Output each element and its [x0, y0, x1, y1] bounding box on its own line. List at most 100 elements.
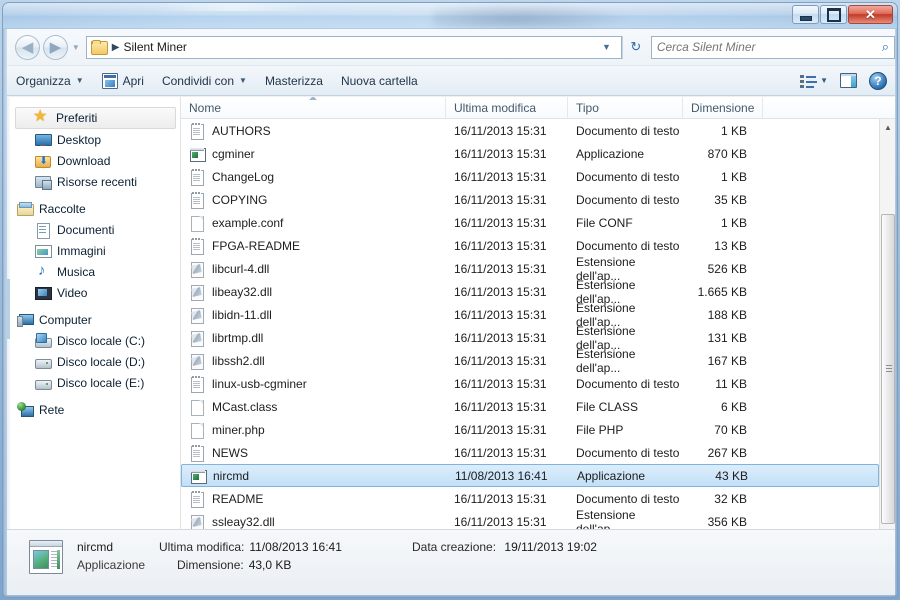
nav-pane-scroll-thumb[interactable]	[7, 279, 10, 339]
table-row[interactable]: miner.php 16/11/2013 15:31 File PHP 70 KB	[181, 418, 879, 441]
sidebar-item-raccolte[interactable]: Raccolte	[7, 198, 180, 219]
column-header-label: Tipo	[576, 100, 599, 115]
blank-file-icon	[189, 399, 205, 416]
scroll-up-button[interactable]: ▲	[880, 119, 895, 136]
sidebar-item-preferiti[interactable]: Preferiti	[15, 106, 176, 129]
folder-icon	[90, 40, 108, 55]
view-options-icon[interactable]	[800, 73, 818, 89]
text-file-icon	[189, 191, 205, 209]
sidebar-item-disco-locale-e[interactable]: Disco locale (E:)	[7, 372, 180, 393]
open-button[interactable]: Apri	[93, 69, 153, 92]
sidebar-item-computer[interactable]: Computer	[7, 309, 180, 330]
file-size-cell: 6 KB	[720, 399, 747, 414]
sidebar-item-label: Documenti	[57, 222, 115, 237]
refresh-icon[interactable]: ↻	[621, 35, 649, 59]
search-box[interactable]: Cerca Silent Miner ⌕	[650, 35, 895, 59]
sidebar-item-disco-locale-c[interactable]: Disco locale (C:)	[7, 330, 180, 351]
back-button[interactable]: ◀	[15, 34, 40, 60]
file-name-label: COPYING	[212, 192, 268, 207]
column-header-tipo[interactable]: Tipo	[568, 97, 683, 118]
file-name-label: MCast.class	[212, 399, 278, 414]
file-type-cell: File CONF	[576, 215, 633, 230]
file-name-cell: NEWS	[181, 444, 446, 462]
scroll-thumb[interactable]	[881, 214, 895, 524]
chevron-down-icon[interactable]: ▼	[820, 76, 828, 85]
minimize-button[interactable]	[792, 5, 819, 24]
sidebar-item-label: Disco locale (E:)	[57, 375, 145, 390]
file-size-cell: 870 KB	[707, 146, 747, 161]
libraries-icon	[17, 201, 34, 217]
sidebar-item-desktop[interactable]: Desktop	[7, 129, 180, 150]
recent-pages-dropdown[interactable]: ▼	[69, 36, 83, 58]
organize-button[interactable]: Organizza ▼	[7, 69, 93, 92]
table-row[interactable]: ChangeLog 16/11/2013 15:31 Documento di te…	[181, 165, 879, 188]
chevron-down-icon[interactable]: ▼	[594, 42, 619, 52]
table-row[interactable]: libssh2.dll 16/11/2013 15:31 Estensione de…	[181, 347, 879, 375]
table-row[interactable]: MCast.class 16/11/2013 15:31 File CLASS 6 K…	[181, 395, 879, 418]
table-row[interactable]: example.conf 16/11/2013 15:31 File CONF 1 K…	[181, 211, 879, 234]
file-modified-cell: 16/11/2013 15:31	[454, 284, 547, 299]
close-button[interactable]: ✕	[848, 5, 893, 24]
burn-label: Masterizza	[264, 73, 323, 88]
column-header-dimensione[interactable]: Dimensione	[683, 97, 763, 118]
burn-button[interactable]: Masterizza	[256, 69, 332, 92]
title-bar[interactable]: ✕	[3, 3, 897, 29]
table-row[interactable]: AUTHORS 16/11/2013 15:31 Documento di test…	[181, 119, 879, 142]
file-size-cell: 1 KB	[720, 215, 747, 230]
table-row[interactable]: FPGA-README 16/11/2013 15:31 Documento di …	[181, 234, 879, 257]
table-row[interactable]: README 16/11/2013 15:31 Documento di testo…	[181, 487, 879, 510]
details-file-name: nircmd	[77, 540, 114, 554]
sidebar-item-documenti[interactable]: Documenti	[7, 219, 180, 240]
table-row[interactable]: libeay32.dll 16/11/2013 15:31 Estensione d…	[181, 278, 879, 306]
file-size-cell: 356 KB	[707, 514, 747, 529]
column-header-nome[interactable]: Nome	[181, 97, 446, 118]
maximize-button[interactable]	[820, 5, 847, 24]
sidebar-item-video[interactable]: Video	[7, 282, 180, 303]
details-line-1: nircmd Ultima modifica: 11/08/2013 16:41…	[77, 540, 597, 558]
dll-file-icon	[189, 353, 205, 370]
new-folder-button[interactable]: Nuova cartella	[332, 69, 427, 92]
table-row[interactable]: NEWS 16/11/2013 15:31 Documento di testo 26…	[181, 441, 879, 464]
nav-pane-scrollbar[interactable]	[7, 97, 10, 560]
preview-pane-icon[interactable]	[840, 73, 857, 88]
desktop-icon	[35, 132, 52, 148]
file-type-cell: File PHP	[576, 422, 624, 437]
sidebar-item-label: Desktop	[57, 132, 102, 147]
column-header-ultima-modifica[interactable]: Ultima modifica	[446, 97, 568, 118]
file-size-cell: 526 KB	[707, 261, 747, 276]
file-name-label: nircmd	[213, 468, 250, 483]
sidebar-item-label: Download	[57, 153, 111, 168]
file-modified-cell: 16/11/2013 15:31	[454, 169, 547, 184]
share-with-button[interactable]: Condividi con ▼	[153, 69, 256, 92]
file-name-label: AUTHORS	[212, 123, 271, 138]
address-bar[interactable]: ▶ Silent Miner ▼	[85, 35, 622, 59]
table-row[interactable]: linux-usb-cgminer 16/11/2013 15:31 Documen…	[181, 372, 879, 395]
help-icon[interactable]: ?	[869, 71, 887, 90]
explorer-window: ✕ ◀ ▶ ▼ ▶ Silent Miner ▼ ↻ Cerca Silent …	[2, 2, 898, 598]
search-input[interactable]: Cerca Silent Miner	[657, 40, 882, 54]
sidebar-item-download[interactable]: Download	[7, 150, 180, 171]
file-name-label: libeay32.dll	[212, 284, 273, 299]
table-row[interactable]: COPYING 16/11/2013 15:31 Documento di test…	[181, 188, 879, 211]
forward-button[interactable]: ▶	[42, 34, 68, 60]
table-row[interactable]: libcurl-4.dll 16/11/2013 15:31 Estensione …	[181, 255, 879, 283]
application-icon	[189, 146, 206, 162]
table-row[interactable]: librtmp.dll 16/11/2013 15:31 Estensione de…	[181, 324, 879, 352]
dll-file-icon	[189, 307, 205, 324]
breadcrumb-separator[interactable]: ▶	[112, 42, 120, 53]
sidebar-item-rete[interactable]: Rete	[7, 399, 180, 420]
file-list-scrollbar[interactable]: ▲ ▼	[879, 119, 895, 560]
search-icon: ⌕	[881, 39, 889, 54]
table-row[interactable]: cgminer 16/11/2013 15:31 Applicazione 870 K…	[181, 142, 879, 165]
sidebar-item-label: Raccolte	[39, 201, 86, 216]
sidebar-item-disco-locale-d[interactable]: Disco locale (D:)	[7, 351, 180, 372]
file-size-cell: 167 KB	[707, 353, 747, 368]
sidebar-item-label: Musica	[57, 264, 96, 279]
breadcrumb-current[interactable]: Silent Miner	[124, 40, 187, 54]
table-row[interactable]: libidn-11.dll 16/11/2013 15:31 Estensione …	[181, 301, 879, 329]
table-row[interactable]: nircmd 11/08/2013 16:41 Applicazione 43 KB	[181, 464, 879, 487]
sidebar-item-risorse-recenti[interactable]: Risorse recenti	[7, 171, 180, 192]
music-icon	[35, 262, 51, 280]
sidebar-item-immagini[interactable]: Immagini	[7, 240, 180, 261]
sidebar-item-musica[interactable]: Musica	[7, 261, 180, 282]
